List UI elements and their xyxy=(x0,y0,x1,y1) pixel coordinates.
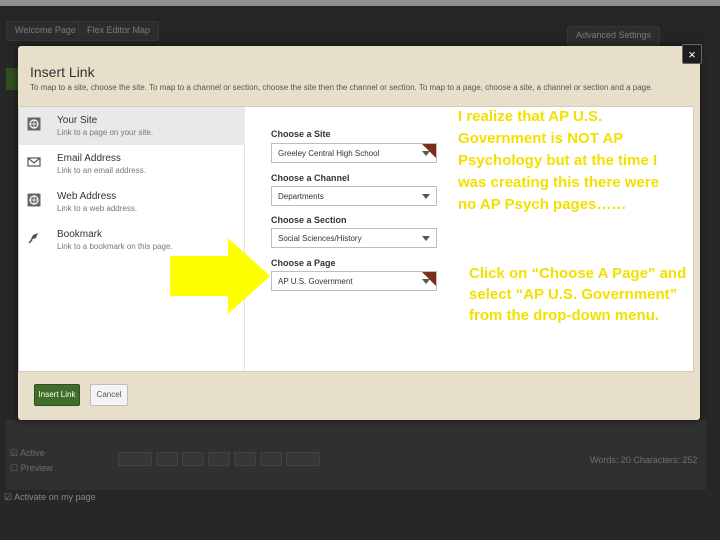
choose-channel-select[interactable]: Departments xyxy=(271,186,437,206)
envelope-icon xyxy=(27,155,41,169)
link-type-desc: Link to a web address. xyxy=(57,204,138,213)
link-type-label: Your Site xyxy=(57,115,98,126)
choose-site-value: Greeley Central High School xyxy=(278,149,380,158)
choose-channel-value: Departments xyxy=(278,192,324,201)
choose-site-select[interactable]: Greeley Central High School xyxy=(271,143,437,163)
globe-icon xyxy=(27,117,41,131)
link-type-label: Email Address xyxy=(57,153,121,164)
dropdown-corner-marker xyxy=(422,144,436,158)
pointer-arrow-icon xyxy=(170,238,270,314)
chevron-down-icon xyxy=(422,194,430,199)
dropdown-corner-marker xyxy=(422,272,436,286)
link-type-label: Bookmark xyxy=(57,229,103,240)
choose-site-label: Choose a Site xyxy=(271,129,331,139)
dialog-instructions: To map to a site, choose the site. To ma… xyxy=(30,83,653,92)
annotation-note: I realize that AP U.S. Government is NOT… xyxy=(458,108,659,213)
close-icon[interactable]: × xyxy=(682,44,702,64)
link-type-desc: Link to an email address. xyxy=(57,166,146,175)
link-type-desc: Link to a page on your site. xyxy=(57,128,154,137)
link-type-your-site[interactable]: Your Site Link to a page on your site. xyxy=(19,107,245,145)
choose-page-label: Choose a Page xyxy=(271,258,336,268)
insert-link-button[interactable]: Insert Link xyxy=(34,384,80,406)
globe-icon xyxy=(27,193,41,207)
link-type-desc: Link to a bookmark on this page. xyxy=(57,242,173,251)
insert-link-dialog: Insert Link To map to a site, choose the… xyxy=(18,46,700,420)
chevron-down-icon xyxy=(422,236,430,241)
dialog-title: Insert Link xyxy=(30,64,95,80)
link-type-web-address[interactable]: Web Address Link to a web address. xyxy=(19,183,245,221)
choose-section-select[interactable]: Social Sciences/History xyxy=(271,228,437,248)
link-target-chooser: Choose a Site Greeley Central High Schoo… xyxy=(271,107,447,371)
link-type-label: Web Address xyxy=(57,191,117,202)
choose-section-value: Social Sciences/History xyxy=(278,234,362,243)
choose-section-label: Choose a Section xyxy=(271,215,347,225)
choose-page-select[interactable]: AP U.S. Government xyxy=(271,271,437,291)
bookmark-icon xyxy=(27,231,41,245)
choose-channel-label: Choose a Channel xyxy=(271,173,350,183)
choose-page-value: AP U.S. Government xyxy=(278,277,353,286)
link-type-email[interactable]: Email Address Link to an email address. xyxy=(19,145,245,183)
annotation-instruction: Click on “Choose A Page” and select “AP … xyxy=(469,265,687,324)
cancel-button[interactable]: Cancel xyxy=(90,384,128,406)
